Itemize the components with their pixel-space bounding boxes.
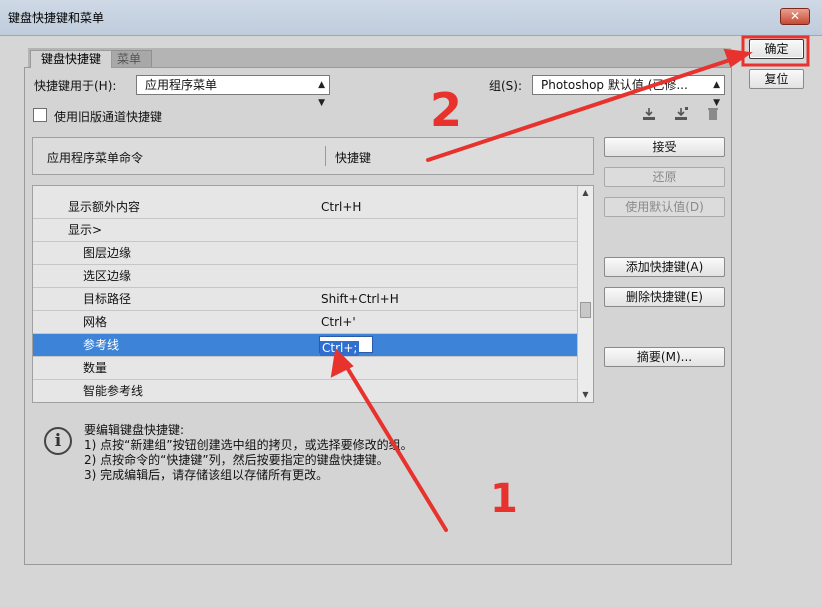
info-heading: 要编辑键盘快捷键: <box>84 423 185 437</box>
column-divider <box>325 146 326 166</box>
table-row[interactable]: 目标路径 Shift+Ctrl+H <box>33 288 578 311</box>
table-row-selected[interactable]: 参考线 Ctrl+; <box>33 334 578 357</box>
reset-button[interactable]: 复位 <box>749 69 804 89</box>
table-row[interactable]: 显示额外内容 Ctrl+H <box>33 196 578 219</box>
info-step: 2) 点按命令的“快捷键”列，然后按要指定的键盘快捷键。 <box>84 453 389 467</box>
shortcut-list: 显示额外内容 Ctrl+H 显示> 图层边缘 选区边缘 目标路径 Shift+C… <box>32 185 594 403</box>
row-shortcut[interactable]: Shift+Ctrl+H <box>321 288 399 310</box>
row-command: 选区边缘 <box>83 269 132 283</box>
scroll-down-icon[interactable]: ▼ <box>578 388 593 402</box>
row-shortcut[interactable]: Ctrl+' <box>321 311 356 333</box>
shortcuts-for-select[interactable]: 应用程序菜单 ▲ ▼ <box>136 75 330 108</box>
table-row[interactable]: 图层边缘 <box>33 242 578 265</box>
scrollbar-thumb[interactable] <box>580 302 591 318</box>
save-set-icon[interactable] <box>640 106 658 124</box>
undo-button[interactable]: 还原 <box>604 167 725 187</box>
row-command: 数量 <box>83 361 108 375</box>
legacy-channel-checkbox[interactable] <box>33 108 47 122</box>
table-row[interactable]: 智能参考线 <box>33 380 578 402</box>
ok-button[interactable]: 确定 <box>749 39 804 59</box>
shortcuts-for-value: 应用程序菜单 <box>145 78 218 92</box>
shortcuts-for-label: 快捷键用于(H): <box>34 79 117 93</box>
table-row[interactable]: 选区边缘 <box>33 265 578 288</box>
table-header: 应用程序菜单命令 快捷键 <box>32 137 594 175</box>
use-default-button[interactable]: 使用默认值(D) <box>604 197 725 217</box>
close-button[interactable]: ✕ <box>780 8 810 25</box>
row-command: 显示> <box>68 223 103 237</box>
accept-button[interactable]: 接受 <box>604 137 725 157</box>
row-command: 图层边缘 <box>83 246 132 260</box>
table-row[interactable]: 数量 <box>33 357 578 380</box>
row-command: 显示额外内容 <box>68 200 141 214</box>
table-row[interactable]: 网格 Ctrl+' <box>33 311 578 334</box>
updown-arrow-icon: ▲ ▼ <box>318 80 325 108</box>
delete-set-icon[interactable] <box>704 106 722 124</box>
delete-shortcut-button[interactable]: 删除快捷键(E) <box>604 287 725 307</box>
info-step: 1) 点按“新建组”按钮创建选中组的拷贝，或选择要修改的组。 <box>84 438 413 452</box>
table-row[interactable]: 显示> <box>33 219 578 242</box>
shortcut-edit-field[interactable]: Ctrl+; <box>319 336 373 356</box>
row-shortcut[interactable]: Ctrl+H <box>321 196 361 218</box>
tab-menus[interactable]: 菜单 <box>106 50 153 68</box>
column-header-shortcut[interactable]: 快捷键 <box>335 149 371 166</box>
info-icon: i <box>44 427 72 455</box>
row-command: 网格 <box>83 315 108 329</box>
row-command: 参考线 <box>83 338 120 352</box>
dialog-client: 键盘快捷键 菜单 快捷键用于(H): 应用程序菜单 ▲ ▼ 组(S): Photo… <box>0 36 822 607</box>
column-header-command[interactable]: 应用程序菜单命令 <box>47 149 143 166</box>
summarize-button[interactable]: 摘要(M)... <box>604 347 725 367</box>
group-label: 组(S): <box>489 79 523 93</box>
list-scrollbar[interactable]: ▲ ▼ <box>577 186 593 402</box>
title-bar: 键盘快捷键和菜单 ✕ <box>0 0 822 36</box>
info-step: 3) 完成编辑后，请存储该组以存储所有更改。 <box>84 468 329 482</box>
legacy-channel-label: 使用旧版通道快捷键 <box>54 110 163 124</box>
group-value: Photoshop 默认值 (已修... <box>541 78 688 92</box>
shortcut-edit-value: Ctrl+; <box>320 341 360 356</box>
tab-keyboard-shortcuts[interactable]: 键盘快捷键 <box>30 50 113 68</box>
add-shortcut-button[interactable]: 添加快捷键(A) <box>604 257 725 277</box>
row-command: 智能参考线 <box>83 384 144 398</box>
new-set-icon[interactable] <box>672 106 690 124</box>
scroll-up-icon[interactable]: ▲ <box>578 186 593 200</box>
group-select[interactable]: Photoshop 默认值 (已修... ▲ ▼ <box>532 75 725 108</box>
window-title: 键盘快捷键和菜单 <box>8 11 105 25</box>
row-command: 目标路径 <box>83 292 132 306</box>
